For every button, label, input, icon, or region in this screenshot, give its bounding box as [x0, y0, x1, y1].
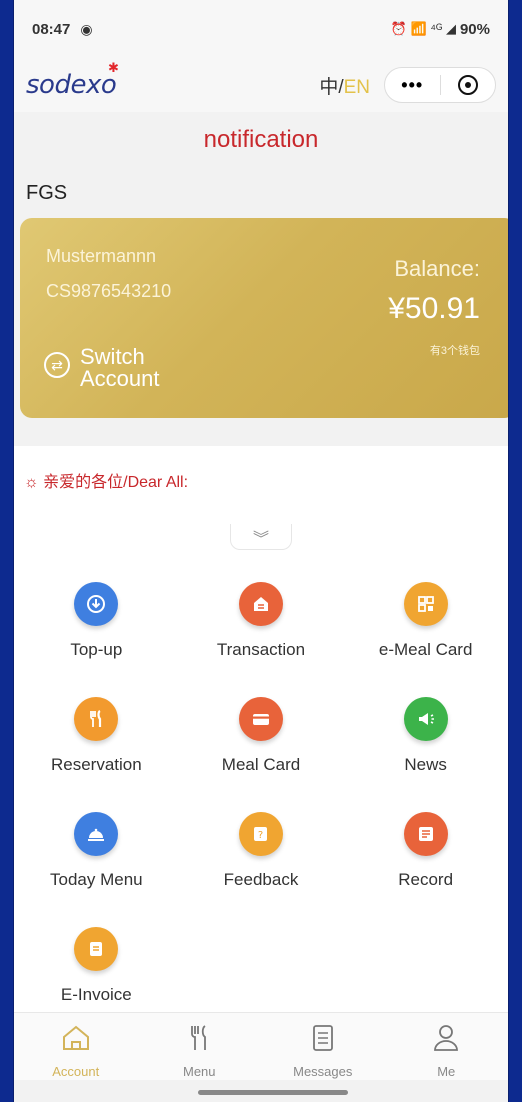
chevron-down-icon: ︾: [252, 530, 269, 548]
status-indicators: ⏰ 📶 ⁴ᴳ ◢: [390, 21, 456, 36]
org-name: FGS: [26, 182, 68, 204]
svg-text:?: ?: [258, 830, 263, 841]
tab-label: Messages: [293, 1064, 353, 1079]
feature-meal-card[interactable]: Meal Card: [179, 679, 344, 794]
tab-account[interactable]: Account: [14, 1013, 138, 1080]
lightbulb-icon: ☼: [24, 474, 39, 491]
person-icon: [429, 1021, 463, 1060]
bottom-tab-bar: Account Menu Messages Me: [14, 1012, 508, 1080]
close-miniapp-button[interactable]: [441, 75, 496, 95]
main-content: notification FGS Mustermannn CS987654321…: [14, 112, 508, 1012]
miniapp-capsule: •••: [384, 67, 496, 103]
feature-label: News: [404, 755, 447, 774]
megaphone-icon: [403, 697, 448, 741]
status-indicators-group: ⏰ 📶 ⁴ᴳ ◢ 90%: [391, 21, 490, 38]
tab-label: Me: [437, 1064, 456, 1079]
feature-label: Reservation: [50, 755, 142, 774]
tab-label: Menu: [182, 1064, 216, 1079]
more-button[interactable]: •••: [385, 75, 440, 96]
record-icon: [403, 812, 448, 856]
notification-banner[interactable]: ☼ 亲爱的各位/Dear All:: [14, 446, 508, 524]
sodexo-logo: sodexo ✱: [26, 61, 119, 100]
topup-icon: [74, 582, 119, 626]
camera-icon: ◉: [80, 20, 93, 37]
utensils-icon: [74, 697, 119, 741]
wallet-count: 有3个钱包: [429, 345, 480, 357]
feature-label: e-Meal Card: [378, 640, 473, 659]
switch-account-label: Switch Account: [80, 344, 160, 391]
status-bar: 08:47 ◉ ⏰ 📶 ⁴ᴳ ◢ 90%: [14, 0, 508, 58]
status-time: 08:47: [32, 20, 71, 38]
feature-label: Transaction: [216, 640, 306, 659]
cloche-icon: [74, 812, 119, 856]
balance-amount: ¥50.91: [388, 292, 480, 325]
battery-level: 90%: [459, 20, 490, 38]
tab-messages[interactable]: Messages: [261, 1013, 385, 1080]
target-icon: [457, 75, 478, 95]
tab-me[interactable]: Me: [385, 1013, 509, 1080]
switch-icon: ⇄: [44, 352, 70, 378]
logo-text: sodexo: [26, 70, 117, 100]
feature-e-meal-card[interactable]: e-Meal Card: [343, 564, 508, 679]
feature-record[interactable]: Record: [343, 794, 508, 909]
language-toggle[interactable]: 中/EN: [319, 72, 370, 99]
page-title: notification: [203, 126, 319, 153]
feature-e-invoice[interactable]: E-Invoice: [14, 909, 179, 1024]
feature-feedback[interactable]: ? Feedback: [179, 794, 344, 909]
feature-top-up[interactable]: Top-up: [14, 564, 179, 679]
fork-knife-icon: [182, 1021, 216, 1060]
notice-text: 亲爱的各位/Dear All:: [43, 474, 189, 491]
tab-menu[interactable]: Menu: [138, 1013, 262, 1080]
invoice-icon: [74, 927, 119, 971]
tab-label: Account: [52, 1064, 100, 1079]
messages-icon: [306, 1021, 340, 1060]
home-icon: [59, 1021, 93, 1060]
phone-screen: 08:47 ◉ ⏰ 📶 ⁴ᴳ ◢ 90% sodexo ✱ 中/EN ••• no…: [14, 0, 508, 1102]
feedback-icon: ?: [238, 812, 283, 856]
feature-label: Meal Card: [221, 755, 301, 774]
feature-reservation[interactable]: Reservation: [14, 679, 179, 794]
transaction-icon: [238, 582, 283, 626]
feature-transaction[interactable]: Transaction: [179, 564, 344, 679]
lang-zh[interactable]: 中/: [319, 77, 343, 98]
qr-code-icon: [403, 582, 448, 626]
home-indicator: [198, 1090, 348, 1095]
lang-en[interactable]: EN: [344, 77, 370, 98]
feature-label: Top-up: [70, 640, 123, 659]
feature-label: Feedback: [223, 870, 299, 889]
logo-star-icon: ✱: [108, 61, 119, 76]
card-icon: [238, 697, 283, 741]
feature-news[interactable]: News: [343, 679, 508, 794]
feature-label: Today Menu: [50, 870, 143, 889]
feature-label: Record: [398, 870, 454, 889]
feature-panel: ︾ Top-up Transaction e-Meal Card Reservatio…: [14, 524, 508, 1012]
app-header: sodexo ✱ 中/EN •••: [14, 58, 508, 112]
feature-today-menu[interactable]: Today Menu: [14, 794, 179, 909]
balance-card[interactable]: Mustermannn CS9876543210 ⇄ Switch Accoun…: [20, 218, 508, 418]
collapse-toggle[interactable]: ︾: [230, 524, 292, 550]
feature-label: E-Invoice: [60, 985, 132, 1004]
balance-label: Balance:: [394, 256, 480, 281]
feature-grid: Top-up Transaction e-Meal Card Reservation M…: [14, 564, 508, 1024]
switch-account-button[interactable]: ⇄ Switch Account: [44, 346, 170, 390]
